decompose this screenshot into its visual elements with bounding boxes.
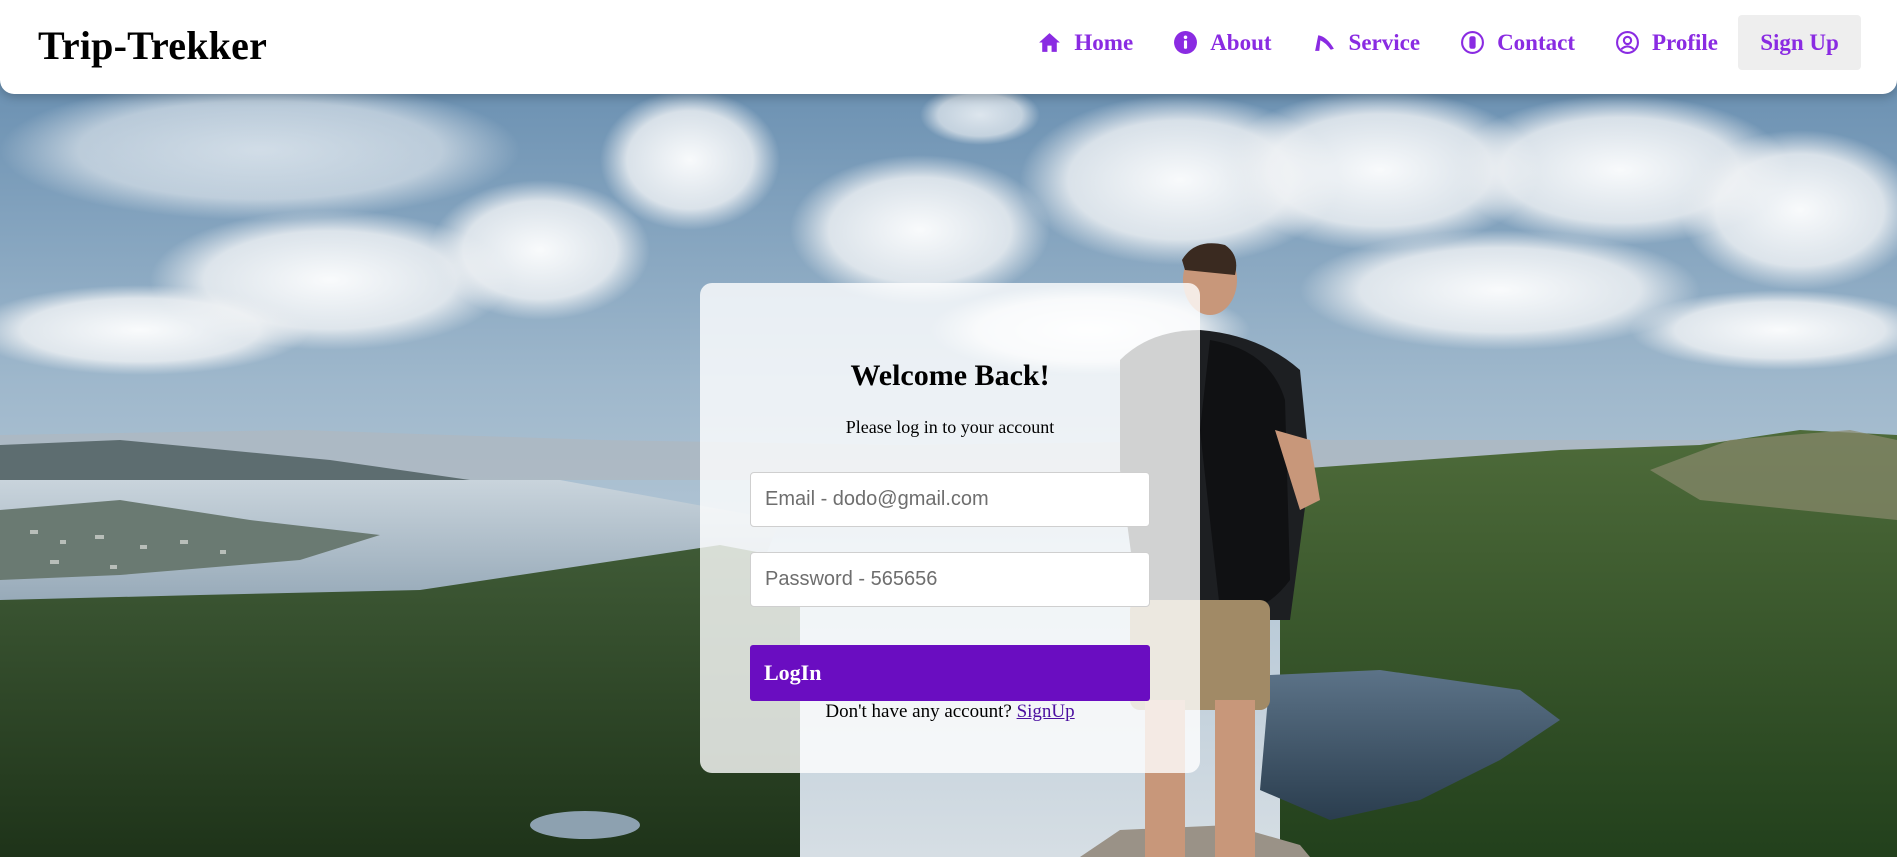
profile-icon	[1616, 31, 1639, 54]
login-subtitle: Please log in to your account	[845, 417, 1055, 437]
service-icon	[1314, 35, 1334, 51]
signup-button[interactable]: Sign Up	[1738, 15, 1861, 70]
signup-link[interactable]: SignUp	[1017, 701, 1075, 722]
nav-item-profile[interactable]: Profile	[1615, 30, 1718, 56]
login-button[interactable]: LogIn	[750, 645, 1150, 701]
signup-prompt: Don't have any account? SignUp	[700, 701, 1200, 723]
top-navbar: Trip-Trekker Home About Service Contact …	[0, 0, 1897, 94]
login-title: Welcome Back!	[850, 359, 1050, 392]
nav-item-label: About	[1210, 29, 1272, 55]
contact-icon	[1461, 31, 1485, 54]
brand-logo[interactable]: Trip-Trekker	[38, 22, 267, 69]
nav-item-label: Contact	[1497, 29, 1575, 55]
nav-item-home[interactable]: Home	[1037, 30, 1133, 56]
nav-item-about[interactable]: About	[1173, 29, 1272, 56]
home-icon	[1039, 33, 1061, 52]
main-nav: Home About Service Contact Profile Sign …	[997, 15, 1861, 70]
nav-item-label: Service	[1348, 29, 1421, 55]
nav-item-contact[interactable]: Contact	[1460, 30, 1575, 56]
nav-item-label: Profile	[1652, 29, 1718, 55]
nav-item-service[interactable]: Service	[1312, 29, 1421, 56]
password-input[interactable]	[750, 552, 1150, 607]
login-card: Welcome Back! Please log in to your acco…	[700, 283, 1200, 773]
signup-prompt-text: Don't have any account?	[825, 701, 1012, 722]
nav-item-label: Home	[1074, 29, 1134, 55]
email-input[interactable]	[750, 472, 1150, 527]
info-icon	[1174, 31, 1198, 54]
